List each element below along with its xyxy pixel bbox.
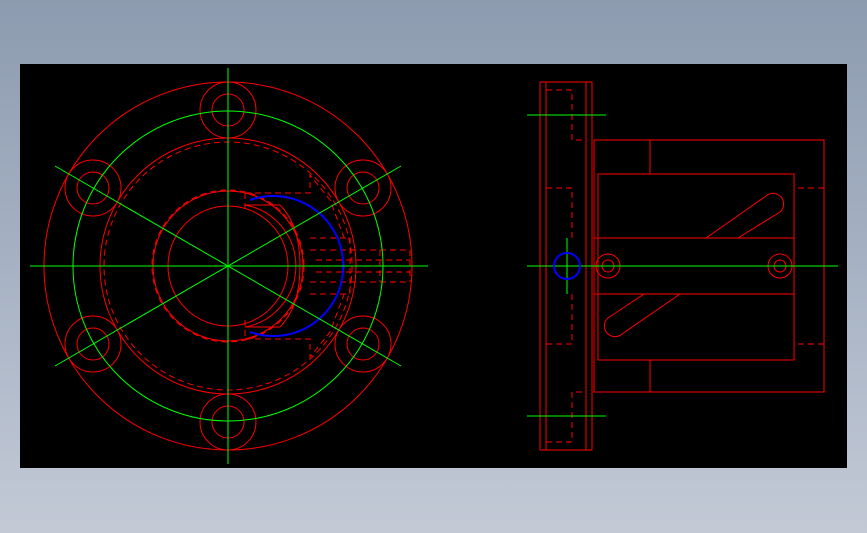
cad-drawing — [30, 68, 838, 464]
side-view-centerlines — [527, 114, 838, 417]
front-view — [30, 68, 428, 464]
slot-lower — [603, 293, 681, 338]
cad-drawing-viewport[interactable] — [20, 64, 847, 468]
hidden-bore-lower — [546, 294, 573, 345]
front-view-centerlines — [30, 68, 428, 464]
hidden-bore-upper — [546, 187, 573, 238]
hidden-bolt-lower — [546, 391, 586, 443]
slot-upper — [705, 192, 785, 239]
side-view — [527, 81, 838, 451]
body-inner — [597, 173, 795, 361]
